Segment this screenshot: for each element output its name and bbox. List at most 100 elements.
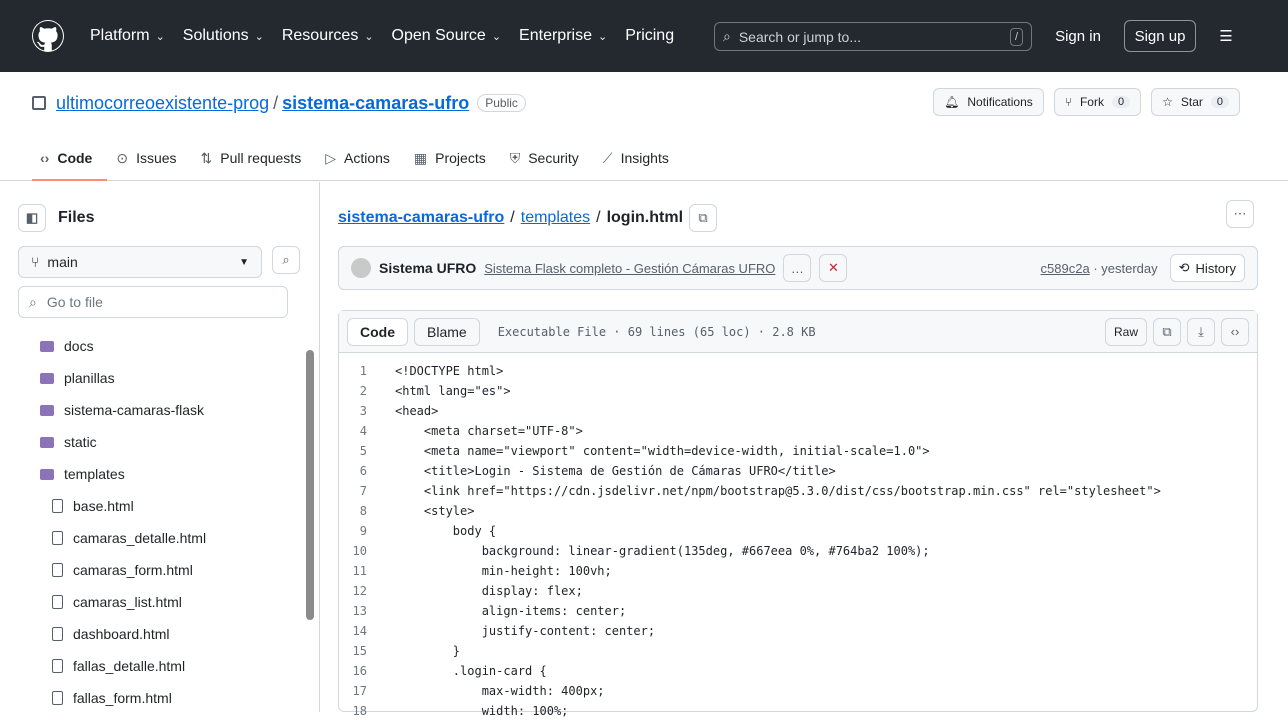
line-content: <meta charset="UTF-8"> [395, 424, 583, 438]
nav-item-open-source[interactable]: Open Source⌄ [384, 18, 510, 54]
tree-item[interactable]: templates [18, 458, 288, 490]
symbols-panel-icon[interactable]: ‹› [1221, 318, 1249, 346]
line-number[interactable]: 17 [339, 684, 395, 698]
line-number[interactable]: 12 [339, 584, 395, 598]
pull-requests-icon: ⇅ [201, 150, 213, 167]
code-line[interactable]: 16 .login-card { [339, 661, 1257, 681]
code-line[interactable]: 9 body { [339, 521, 1257, 541]
branch-selector[interactable]: ⑂ main ▼ [18, 246, 262, 278]
code-line[interactable]: 3<head> [339, 401, 1257, 421]
tree-item[interactable]: static [18, 426, 288, 458]
line-number[interactable]: 16 [339, 664, 395, 678]
history-button[interactable]: ⟲ History [1170, 254, 1245, 282]
tree-item[interactable]: docs [18, 330, 288, 362]
nav-item-pricing[interactable]: Pricing [617, 18, 682, 54]
code-line[interactable]: 6 <title>Login - Sistema de Gestión de C… [339, 461, 1257, 481]
line-number[interactable]: 15 [339, 644, 395, 658]
tree-item[interactable]: base.html [18, 490, 288, 522]
code-line[interactable]: 8 <style> [339, 501, 1257, 521]
github-logo-icon[interactable] [32, 20, 64, 52]
settings-sliders-icon[interactable]: ☰ [1212, 20, 1240, 52]
tree-item[interactable]: dashboard.html [18, 618, 288, 650]
tree-item[interactable]: planillas [18, 362, 288, 394]
line-number[interactable]: 5 [339, 444, 395, 458]
tab-insights[interactable]: ⟋Insights [595, 144, 677, 172]
line-number[interactable]: 2 [339, 384, 395, 398]
history-icon: ⟲ [1179, 260, 1190, 276]
tree-item[interactable]: camaras_list.html [18, 586, 288, 618]
sign-up-button[interactable]: Sign up [1124, 20, 1196, 52]
tab-projects[interactable]: ▦Projects [406, 144, 494, 172]
tab-actions[interactable]: ▷Actions [317, 144, 398, 172]
download-icon[interactable]: ⤓ [1187, 318, 1215, 346]
code-line[interactable]: 10 background: linear-gradient(135deg, #… [339, 541, 1257, 561]
file-icon [52, 499, 63, 513]
nav-item-resources[interactable]: Resources⌄ [274, 18, 382, 54]
commit-message-link[interactable]: Sistema Flask completo - Gestión Cámaras… [484, 261, 775, 276]
copy-path-icon[interactable]: ⧉ [689, 204, 717, 232]
expand-commit-icon[interactable]: … [783, 254, 811, 282]
search-files-button[interactable]: ⌕ [272, 246, 300, 274]
line-number[interactable]: 3 [339, 404, 395, 418]
code-line[interactable]: 12 display: flex; [339, 581, 1257, 601]
tab-issues[interactable]: ⊙Issues [108, 144, 184, 172]
code-view-tab[interactable]: Code [347, 318, 408, 346]
code-line[interactable]: 7 <link href="https://cdn.jsdelivr.net/n… [339, 481, 1257, 501]
breadcrumb-repo-link[interactable]: sistema-camaras-ufro [338, 209, 504, 227]
avatar[interactable] [351, 258, 371, 278]
code-line[interactable]: 15 } [339, 641, 1257, 661]
code-line[interactable]: 2<html lang="es"> [339, 381, 1257, 401]
tree-item[interactable]: fallas_detalle.html [18, 650, 288, 682]
raw-button[interactable]: Raw [1105, 318, 1147, 346]
tab-security[interactable]: ⛨Security [502, 144, 587, 172]
sidebar-scrollbar[interactable] [306, 350, 314, 620]
code-line[interactable]: 14 justify-content: center; [339, 621, 1257, 641]
nav-item-platform[interactable]: Platform⌄ [82, 18, 173, 54]
repo-name-link[interactable]: sistema-camaras-ufro [282, 93, 469, 114]
breadcrumb-folder-link[interactable]: templates [521, 209, 590, 227]
tab-code[interactable]: ‹›Code [32, 144, 100, 172]
code-lines[interactable]: 1<!DOCTYPE html>2<html lang="es">3<head>… [339, 353, 1257, 721]
go-to-file-input[interactable]: ⌕ Go to file [18, 286, 288, 318]
copy-raw-icon[interactable]: ⧉ [1153, 318, 1181, 346]
code-line[interactable]: 4 <meta charset="UTF-8"> [339, 421, 1257, 441]
failed-status-icon[interactable]: ✕ [819, 254, 847, 282]
line-number[interactable]: 8 [339, 504, 395, 518]
tree-item[interactable]: camaras_detalle.html [18, 522, 288, 554]
code-line[interactable]: 11 min-height: 100vh; [339, 561, 1257, 581]
star-button[interactable]: ☆ Star 0 [1151, 88, 1240, 116]
tab-pull-requests[interactable]: ⇅Pull requests [193, 144, 310, 172]
blame-view-tab[interactable]: Blame [414, 318, 480, 346]
nav-item-solutions[interactable]: Solutions⌄ [175, 18, 272, 54]
tree-item[interactable]: sistema-camaras-flask [18, 394, 288, 426]
line-number[interactable]: 14 [339, 624, 395, 638]
notifications-button[interactable]: 🔔︎ Notifications [933, 88, 1044, 116]
line-number[interactable]: 6 [339, 464, 395, 478]
more-options-icon[interactable]: ⋯ [1226, 200, 1254, 228]
line-number[interactable]: 10 [339, 544, 395, 558]
code-line[interactable]: 18 width: 100%; [339, 701, 1257, 721]
code-line[interactable]: 13 align-items: center; [339, 601, 1257, 621]
commit-sha-link[interactable]: c589c2a [1041, 261, 1090, 276]
tree-item[interactable]: camaras_form.html [18, 554, 288, 586]
tree-item[interactable]: fallas_form.html [18, 682, 288, 714]
actions-icon: ▷ [325, 150, 336, 167]
code-line[interactable]: 5 <meta name="viewport" content="width=d… [339, 441, 1257, 461]
sign-in-button[interactable]: Sign in [1046, 20, 1110, 52]
line-number[interactable]: 18 [339, 704, 395, 718]
line-number[interactable]: 9 [339, 524, 395, 538]
code-line[interactable]: 1<!DOCTYPE html> [339, 361, 1257, 381]
fork-button[interactable]: ⑂ Fork 0 [1054, 88, 1141, 116]
nav-item-enterprise[interactable]: Enterprise⌄ [511, 18, 615, 54]
line-content: <link href="https://cdn.jsdelivr.net/npm… [395, 484, 1161, 498]
search-input[interactable]: ⌕ Search or jump to... / [714, 22, 1032, 51]
line-number[interactable]: 1 [339, 364, 395, 378]
line-number[interactable]: 7 [339, 484, 395, 498]
line-number[interactable]: 13 [339, 604, 395, 618]
line-number[interactable]: 4 [339, 424, 395, 438]
repo-owner-link[interactable]: ultimocorreoexistente-prog [56, 93, 269, 114]
collapse-sidebar-icon[interactable]: ◧ [18, 204, 46, 232]
line-number[interactable]: 11 [339, 564, 395, 578]
line-content: display: flex; [395, 584, 583, 598]
code-line[interactable]: 17 max-width: 400px; [339, 681, 1257, 701]
